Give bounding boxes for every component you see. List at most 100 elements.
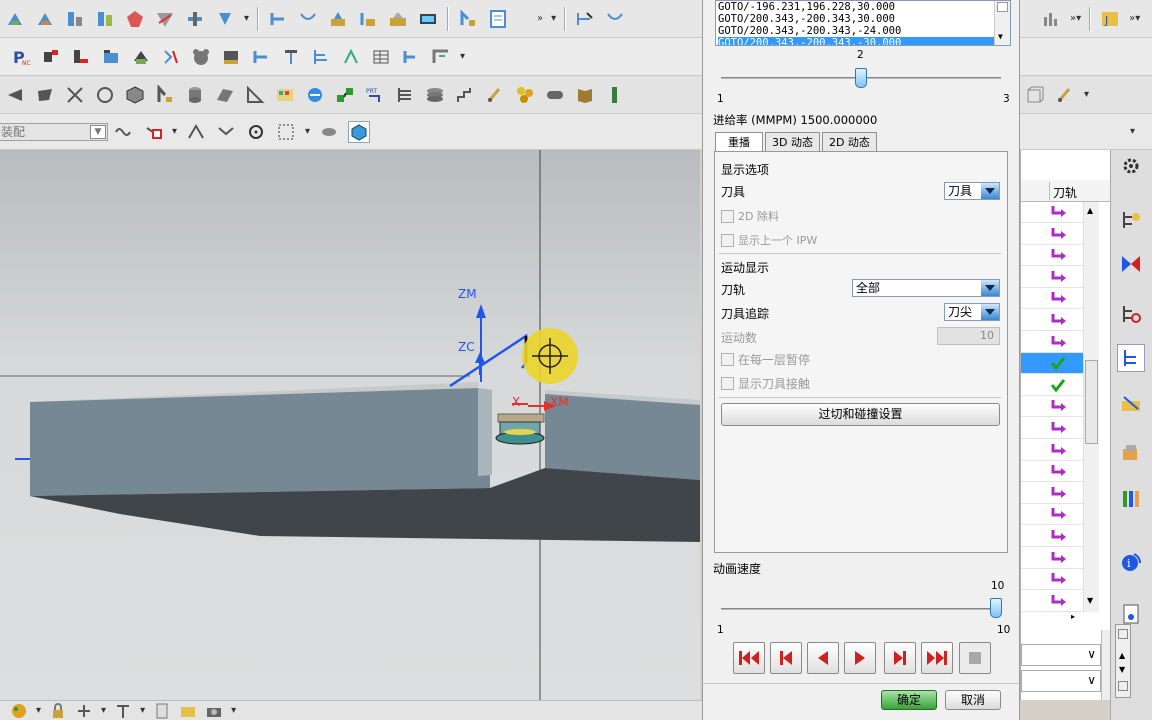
verify-icon[interactable]	[327, 8, 349, 30]
dropdown-arrow-icon[interactable]: ▾	[101, 705, 106, 716]
dropdown-arrow-icon[interactable]: ▾	[231, 705, 236, 716]
machine-icon[interactable]	[220, 46, 242, 68]
geometry-icon[interactable]	[124, 8, 146, 30]
checkbox-box[interactable]	[721, 377, 734, 390]
navigator-row[interactable]	[1021, 548, 1083, 569]
navigator-row[interactable]	[1021, 224, 1083, 245]
resource-scrollbar[interactable]: ▲ ▼	[1115, 624, 1131, 698]
shaded-cube-icon[interactable]	[348, 120, 371, 143]
dropdown-arrow-icon[interactable]: ▾	[460, 51, 465, 62]
machine-tool-navigator-icon[interactable]	[1117, 390, 1145, 418]
wave-link-icon[interactable]	[112, 121, 134, 143]
surface-icon[interactable]	[214, 84, 236, 106]
chevron-down-icon[interactable]	[981, 183, 999, 199]
region-icon[interactable]	[430, 46, 452, 68]
toolpath-icon[interactable]	[184, 8, 206, 30]
navigator-row[interactable]	[1021, 353, 1083, 375]
speed-slider-thumb[interactable]	[990, 598, 1002, 618]
reuse-library-icon[interactable]	[1117, 438, 1145, 466]
cube-icon[interactable]	[124, 84, 146, 106]
list-lines-icon[interactable]	[394, 84, 416, 106]
geometry-group-icon[interactable]	[70, 46, 92, 68]
system-info-icon[interactable]: i	[1117, 548, 1145, 576]
mill-icon[interactable]	[154, 84, 176, 106]
operation-icon[interactable]	[34, 8, 56, 30]
gcode-line[interactable]: GOTO/200.343,-200.343,30.000	[718, 13, 1008, 25]
stop-button[interactable]	[959, 642, 991, 674]
navigator-row[interactable]	[1021, 461, 1083, 483]
generate-icon[interactable]	[267, 8, 289, 30]
dropdown-arrow-icon[interactable]: ▾	[140, 705, 145, 716]
navigator-row[interactable]	[1021, 245, 1083, 267]
navigator-filter-2[interactable]: ∨	[1021, 670, 1101, 692]
ellipse-icon[interactable]	[318, 121, 340, 143]
view-orient-icon[interactable]	[4, 84, 26, 106]
gcode-line-selected[interactable]: GOTO/200.343,-200.343,-30.000	[718, 37, 1008, 45]
replay-icon[interactable]	[297, 8, 319, 30]
navigator-row[interactable]	[1021, 310, 1083, 331]
toolpath-column-header[interactable]: 刀轨	[1053, 184, 1077, 201]
folder-icon[interactable]	[179, 702, 197, 720]
more-icon[interactable]: »▾	[1070, 13, 1081, 24]
feed-icon[interactable]	[400, 46, 422, 68]
tool-group-icon[interactable]	[40, 46, 62, 68]
navigator-row[interactable]	[1021, 375, 1083, 396]
checkbox-box[interactable]	[721, 233, 734, 247]
assembly-color-icon[interactable]	[514, 84, 536, 106]
plus-axis-icon[interactable]	[75, 702, 93, 720]
constraint-navigator-icon[interactable]	[1117, 250, 1145, 278]
gcode-line[interactable]: GOTO/200.343,-200.343,-24.000	[718, 25, 1008, 37]
navigator-row[interactable]	[1021, 569, 1083, 591]
capsule-icon[interactable]	[544, 84, 566, 106]
checkbox-show-prev-ipw[interactable]: 显示上一个 IPW	[721, 232, 817, 248]
tab-3d-dynamic[interactable]: 3D 动态	[765, 132, 820, 152]
bear-icon[interactable]	[190, 46, 212, 68]
chevron-down-icon[interactable]	[981, 280, 999, 296]
tab-replay[interactable]: 重播	[715, 132, 763, 152]
dropdown-arrow-icon[interactable]: ▾	[551, 13, 556, 24]
dropdown-arrow-icon[interactable]: ▾	[305, 126, 310, 137]
cancel-button[interactable]: 取消	[945, 690, 1001, 710]
sequence-icon[interactable]	[340, 46, 362, 68]
link-icon[interactable]	[334, 84, 356, 106]
bar-icon[interactable]	[604, 84, 626, 106]
motion-count-input[interactable]: 10	[937, 327, 1000, 345]
prt-icon[interactable]: PRT	[364, 84, 386, 106]
play-reverse-button[interactable]	[807, 642, 839, 674]
gcode-list[interactable]: GOTO/-196.231,196.228,30.000 GOTO/200.34…	[715, 0, 1011, 46]
tool-icon[interactable]	[94, 8, 116, 30]
output-icon[interactable]	[487, 8, 509, 30]
snap-end-icon[interactable]	[185, 121, 207, 143]
clamp-icon[interactable]	[280, 46, 302, 68]
box-select-icon[interactable]	[275, 121, 297, 143]
speed-slider-track[interactable]	[721, 608, 1001, 610]
palette-icon[interactable]	[10, 702, 28, 720]
navigator-row[interactable]	[1021, 440, 1083, 461]
scrollbar-thumb[interactable]	[1085, 360, 1098, 444]
brush-icon[interactable]	[484, 84, 506, 106]
dropdown-arrow-icon[interactable]: ▾	[1130, 126, 1135, 137]
wcs-icon[interactable]	[130, 46, 152, 68]
cross-axis-icon[interactable]	[64, 84, 86, 106]
drill-icon[interactable]	[214, 8, 236, 30]
play-button[interactable]	[844, 642, 876, 674]
gouge-collision-settings-button[interactable]: 过切和碰撞设置	[721, 403, 1000, 426]
postprocess-icon[interactable]	[417, 8, 439, 30]
table-icon[interactable]	[370, 46, 392, 68]
gear-icon[interactable]	[1117, 152, 1145, 180]
holder-icon[interactable]	[250, 46, 272, 68]
wireframe-cube-icon[interactable]	[1024, 84, 1046, 106]
ok-button[interactable]: 确定	[881, 690, 937, 710]
snap-mid-icon[interactable]	[215, 121, 237, 143]
navigator-row[interactable]	[1021, 396, 1083, 418]
cylinder-icon[interactable]	[184, 84, 206, 106]
step-back-button[interactable]	[770, 642, 802, 674]
tee-icon[interactable]	[114, 702, 132, 720]
shopdoc-icon[interactable]	[457, 8, 479, 30]
checkbox-box[interactable]	[721, 209, 734, 223]
h-scroll-arrow[interactable]: ▸	[1071, 612, 1075, 621]
navigator-row[interactable]	[1021, 483, 1083, 504]
navigator-row[interactable]	[1021, 288, 1083, 310]
dropdown-arrow-icon[interactable]: ▾	[36, 705, 41, 716]
circle-icon[interactable]	[94, 84, 116, 106]
